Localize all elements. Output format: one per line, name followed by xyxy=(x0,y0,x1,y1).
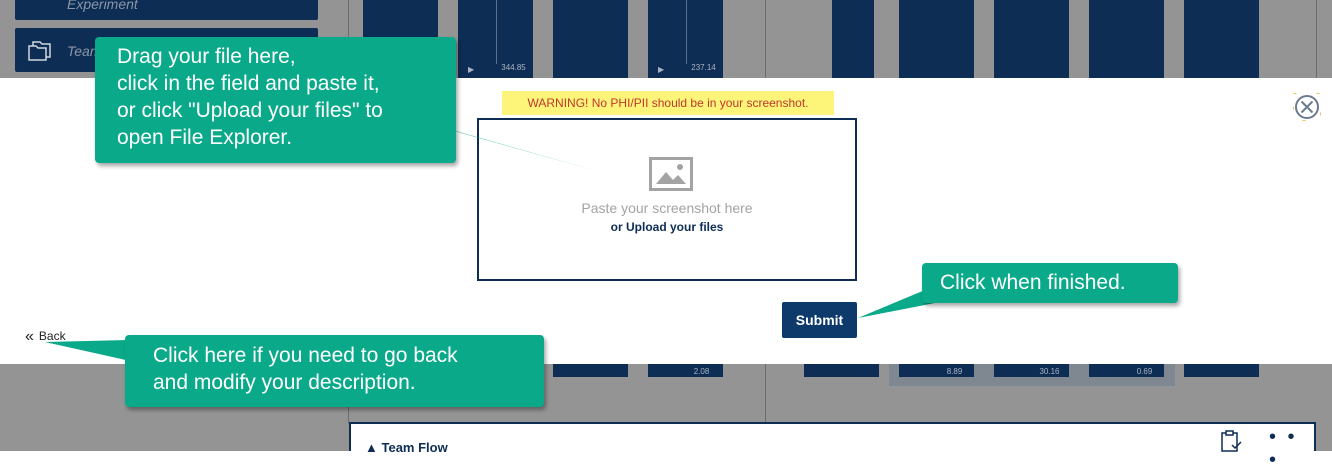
back-callout-pointer xyxy=(45,340,135,362)
drag-file-callout: Drag your file here, click in the field … xyxy=(95,37,456,163)
go-back-callout: Click here if you need to go back and mo… xyxy=(125,335,544,407)
finished-callout: Click when finished. xyxy=(922,263,1178,303)
